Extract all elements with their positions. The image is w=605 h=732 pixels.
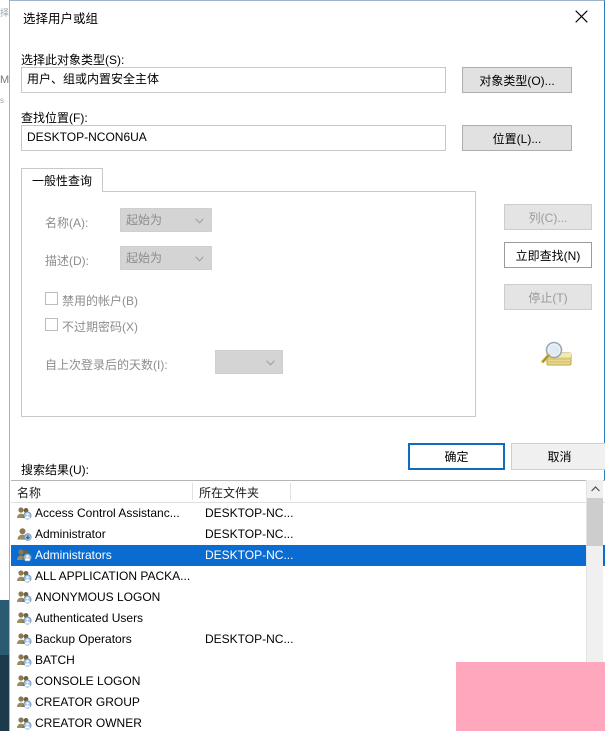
- row-name: ANONYMOUS LOGON: [35, 590, 161, 604]
- group-icon: [16, 695, 32, 710]
- group-icon: [16, 674, 32, 689]
- non-expiring-password-checkbox[interactable]: [45, 318, 58, 331]
- days-since-logon-label: 自上次登录后的天数(I):: [45, 358, 168, 372]
- table-row[interactable]: Administrators DESKTOP-NC...: [11, 545, 605, 566]
- disabled-accounts-label: 禁用的帐户(B): [62, 294, 138, 308]
- close-icon[interactable]: [558, 1, 604, 31]
- background-window-shade: [0, 600, 9, 656]
- table-row[interactable]: ALL APPLICATION PACKA...: [11, 566, 605, 587]
- row-name: CREATOR GROUP: [35, 695, 140, 709]
- object-type-field[interactable]: 用户、组或内置安全主体: [21, 67, 446, 93]
- group-icon: [16, 506, 32, 521]
- chevron-down-icon: [195, 250, 204, 266]
- search-results-label: 搜索结果(U):: [21, 463, 89, 477]
- row-name: Backup Operators: [35, 632, 132, 646]
- scroll-up-icon[interactable]: [587, 480, 603, 497]
- columns-button[interactable]: 列(C)...: [504, 204, 592, 230]
- scrollbar-thumb[interactable]: [587, 498, 603, 546]
- row-name: Access Control Assistanc...: [35, 506, 180, 520]
- chevron-down-icon: [195, 212, 204, 228]
- table-row[interactable]: Authenticated Users: [11, 608, 605, 629]
- object-type-label: 选择此对象类型(S):: [21, 53, 125, 67]
- location-label: 查找位置(F):: [21, 111, 88, 125]
- column-divider[interactable]: [290, 483, 291, 500]
- column-header-folder[interactable]: 所在文件夹: [199, 484, 259, 501]
- non-expiring-password-label: 不过期密码(X): [62, 320, 138, 334]
- description-query-operator-select[interactable]: 起始为: [120, 246, 212, 270]
- row-name: Administrator: [35, 527, 106, 541]
- row-name: BATCH: [35, 653, 75, 667]
- row-name: Administrators: [35, 548, 112, 562]
- group-icon: [16, 632, 32, 647]
- table-row[interactable]: Access Control Assistanc... DESKTOP-NC...: [11, 503, 605, 524]
- row-folder: DESKTOP-NC...: [205, 548, 294, 562]
- list-column-headers: 名称 所在文件夹: [11, 481, 605, 503]
- column-header-name[interactable]: 名称: [17, 484, 41, 501]
- object-types-button[interactable]: 对象类型(O)...: [462, 67, 572, 93]
- group-icon: [16, 548, 32, 563]
- stop-button[interactable]: 停止(T): [504, 284, 592, 310]
- name-query-operator-select[interactable]: 起始为: [120, 208, 212, 232]
- table-row[interactable]: ANONYMOUS LOGON: [11, 587, 605, 608]
- days-since-logon-select[interactable]: [215, 350, 283, 374]
- chevron-down-icon: [266, 354, 275, 370]
- cancel-button[interactable]: 取消: [511, 443, 605, 470]
- group-icon: [16, 590, 32, 605]
- group-icon: [16, 716, 32, 731]
- dialog-title: 选择用户或组: [23, 12, 99, 26]
- user-icon: [16, 527, 32, 542]
- title-bar: 选择用户或组: [10, 1, 604, 31]
- tab-common-queries[interactable]: 一般性查询: [21, 168, 103, 192]
- results-scrollbar[interactable]: [586, 480, 603, 664]
- description-query-operator-value: 起始为: [126, 251, 163, 265]
- group-icon: [16, 653, 32, 668]
- find-now-button[interactable]: 立即查找(N): [504, 242, 592, 268]
- location-field[interactable]: DESKTOP-NCON6UA: [21, 125, 446, 151]
- table-row[interactable]: Backup Operators DESKTOP-NC...: [11, 629, 605, 650]
- row-folder: DESKTOP-NC...: [205, 527, 294, 541]
- locations-button[interactable]: 位置(L)...: [462, 125, 572, 151]
- row-folder: DESKTOP-NC...: [205, 506, 294, 520]
- row-name: ALL APPLICATION PACKA...: [35, 569, 191, 583]
- group-icon: [16, 611, 32, 626]
- description-query-label: 描述(D):: [45, 254, 89, 268]
- select-users-or-groups-dialog: 选择用户或组 选择此对象类型(S): 用户、组或内置安全主体 对象类型(O)..…: [9, 0, 605, 732]
- ok-button[interactable]: 确定: [408, 443, 505, 470]
- pink-overlay-rectangle: [456, 662, 605, 731]
- row-name: CREATOR OWNER: [35, 716, 142, 730]
- group-icon: [16, 569, 32, 584]
- table-row[interactable]: Administrator DESKTOP-NC...: [11, 524, 605, 545]
- row-folder: DESKTOP-NC...: [205, 632, 294, 646]
- column-divider[interactable]: [192, 483, 193, 500]
- name-query-operator-value: 起始为: [126, 213, 163, 227]
- row-name: Authenticated Users: [35, 611, 144, 625]
- disabled-accounts-checkbox[interactable]: [45, 292, 58, 305]
- name-query-label: 名称(A):: [45, 216, 89, 230]
- magnifier-folder-icon: [537, 339, 575, 376]
- row-name: CONSOLE LOGON: [35, 674, 141, 688]
